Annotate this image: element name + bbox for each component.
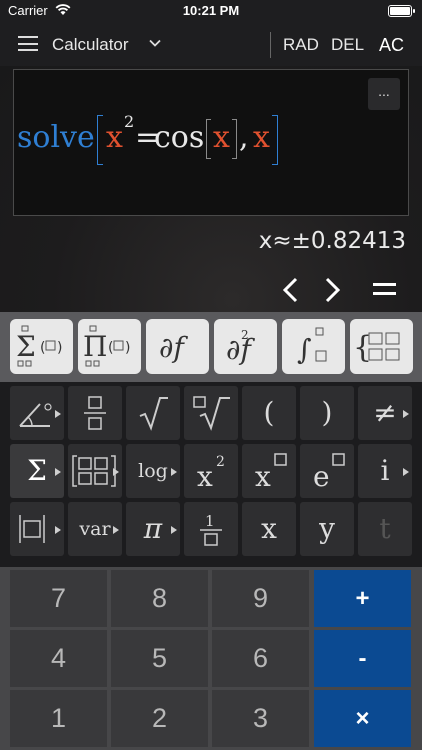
- delete-button[interactable]: DEL: [331, 35, 364, 55]
- angle-key[interactable]: [10, 386, 64, 440]
- result-display: x≈±0.82413: [258, 228, 406, 254]
- number-keypad: 7 8 9 + 4 5 6 - 1 2 3 ×: [0, 567, 422, 750]
- comma: ,: [239, 120, 249, 155]
- summation-template-button[interactable]: Σ ( ): [10, 319, 73, 374]
- cos-open-bracket: [206, 119, 211, 159]
- square-key[interactable]: x 2: [184, 444, 238, 498]
- solve-open-bracket: [97, 115, 103, 165]
- digit-9-key[interactable]: 9: [212, 570, 309, 627]
- variable-t-key[interactable]: t: [358, 502, 412, 556]
- var-key[interactable]: var: [68, 502, 122, 556]
- nth-root-icon: [193, 396, 230, 431]
- second-derivative-template-button[interactable]: ∂f 2: [214, 319, 277, 374]
- digit-6-key[interactable]: 6: [212, 630, 309, 687]
- svg-text:1: 1: [205, 512, 215, 530]
- digit-5-key[interactable]: 5: [111, 630, 208, 687]
- minus-key[interactable]: -: [314, 630, 411, 687]
- toolbar: Calculator RAD DEL AC: [0, 22, 422, 66]
- function-keypad: ( ) ≠ Σ log x 2 x e i var π 1 x y t: [0, 382, 422, 567]
- power-key[interactable]: x: [242, 444, 296, 498]
- variable-x: x: [106, 120, 123, 155]
- multiply-key[interactable]: ×: [314, 690, 411, 747]
- svg-text:2: 2: [241, 328, 249, 342]
- variable-x: x: [213, 120, 230, 155]
- hamburger-menu-icon[interactable]: [18, 36, 38, 51]
- close-paren-key[interactable]: ): [300, 386, 354, 440]
- cos-close-bracket: [232, 119, 237, 159]
- product-template-button[interactable]: Π ( ): [78, 319, 141, 374]
- svg-text:∂f: ∂f: [159, 331, 188, 364]
- abs-key[interactable]: [10, 502, 64, 556]
- sum-key[interactable]: Σ: [10, 444, 64, 498]
- solve-close-bracket: [272, 115, 278, 165]
- digit-3-key[interactable]: 3: [212, 690, 309, 747]
- svg-text:x: x: [197, 460, 213, 493]
- editor-menu-button[interactable]: ...: [368, 78, 400, 110]
- svg-text:e: e: [313, 460, 330, 493]
- battery-icon: [388, 5, 415, 17]
- derivative-icon: ∂f: [159, 331, 188, 364]
- solve-function: solve: [17, 120, 95, 155]
- second-derivative-icon: ∂f 2: [226, 328, 255, 366]
- svg-text:(: (: [40, 340, 45, 356]
- svg-text:Π: Π: [83, 330, 107, 363]
- variable-x-key[interactable]: x: [242, 502, 296, 556]
- svg-text:): ): [57, 340, 62, 356]
- product-template-icon: Π ( ): [83, 325, 130, 367]
- display-area: ... solve x 2 = cos x , x x≈±0.82413: [0, 66, 422, 312]
- integral-icon: ∫: [297, 327, 327, 366]
- fraction-key[interactable]: [68, 386, 122, 440]
- equals-button[interactable]: [373, 283, 396, 301]
- matrix-key[interactable]: [68, 444, 122, 498]
- cursor-left-icon[interactable]: [280, 276, 302, 304]
- svg-text:): ): [125, 340, 130, 356]
- angle-mode-button[interactable]: RAD: [283, 35, 319, 55]
- digit-1-key[interactable]: 1: [10, 690, 107, 747]
- cos-function: cos: [154, 120, 205, 155]
- log-key[interactable]: log: [126, 444, 180, 498]
- system-of-equations-icon: {: [353, 330, 400, 365]
- digit-2-key[interactable]: 2: [111, 690, 208, 747]
- variable-x: x: [253, 120, 270, 155]
- nth-root-key[interactable]: [184, 386, 238, 440]
- svg-text:x: x: [255, 460, 271, 493]
- reciprocal-key[interactable]: 1: [184, 502, 238, 556]
- exp-icon: e: [313, 453, 345, 493]
- open-paren-key[interactable]: (: [242, 386, 296, 440]
- svg-text:∫: ∫: [297, 333, 312, 366]
- not-equal-key[interactable]: ≠: [358, 386, 412, 440]
- digit-8-key[interactable]: 8: [111, 570, 208, 627]
- sqrt-icon: [139, 397, 168, 431]
- clock: 10:21 PM: [182, 3, 240, 18]
- svg-text:(: (: [108, 340, 113, 356]
- expression-editor[interactable]: ... solve x 2 = cos x , x: [13, 69, 409, 216]
- integral-template-button[interactable]: ∫: [282, 319, 345, 374]
- digit-7-key[interactable]: 7: [10, 570, 107, 627]
- square-icon: x 2: [197, 454, 225, 493]
- all-clear-button[interactable]: AC: [379, 35, 404, 56]
- toolbar-divider: [270, 32, 271, 58]
- reciprocal-icon: 1: [200, 512, 222, 546]
- derivative-template-button[interactable]: ∂f: [146, 319, 209, 374]
- digit-4-key[interactable]: 4: [10, 630, 107, 687]
- svg-text:Σ: Σ: [16, 330, 36, 363]
- imaginary-key[interactable]: i: [358, 444, 412, 498]
- system-template-button[interactable]: {: [350, 319, 413, 374]
- summation-template-icon: Σ ( ): [16, 325, 62, 367]
- template-toolbar: Σ ( ) Π ( ) ∂f ∂f 2 ∫ {: [0, 312, 422, 382]
- svg-text:2: 2: [216, 454, 225, 470]
- chevron-down-icon[interactable]: [148, 36, 162, 50]
- status-bar: Carrier 10:21 PM: [0, 0, 422, 22]
- cursor-right-icon[interactable]: [321, 276, 343, 304]
- exp-key[interactable]: e: [300, 444, 354, 498]
- pi-key[interactable]: π: [126, 502, 180, 556]
- plus-key[interactable]: +: [314, 570, 411, 627]
- exponent: 2: [124, 112, 135, 131]
- sqrt-key[interactable]: [126, 386, 180, 440]
- fraction-icon: [84, 396, 106, 430]
- variable-y-key[interactable]: y: [300, 502, 354, 556]
- mode-title[interactable]: Calculator: [52, 35, 129, 55]
- power-icon: x: [255, 453, 287, 493]
